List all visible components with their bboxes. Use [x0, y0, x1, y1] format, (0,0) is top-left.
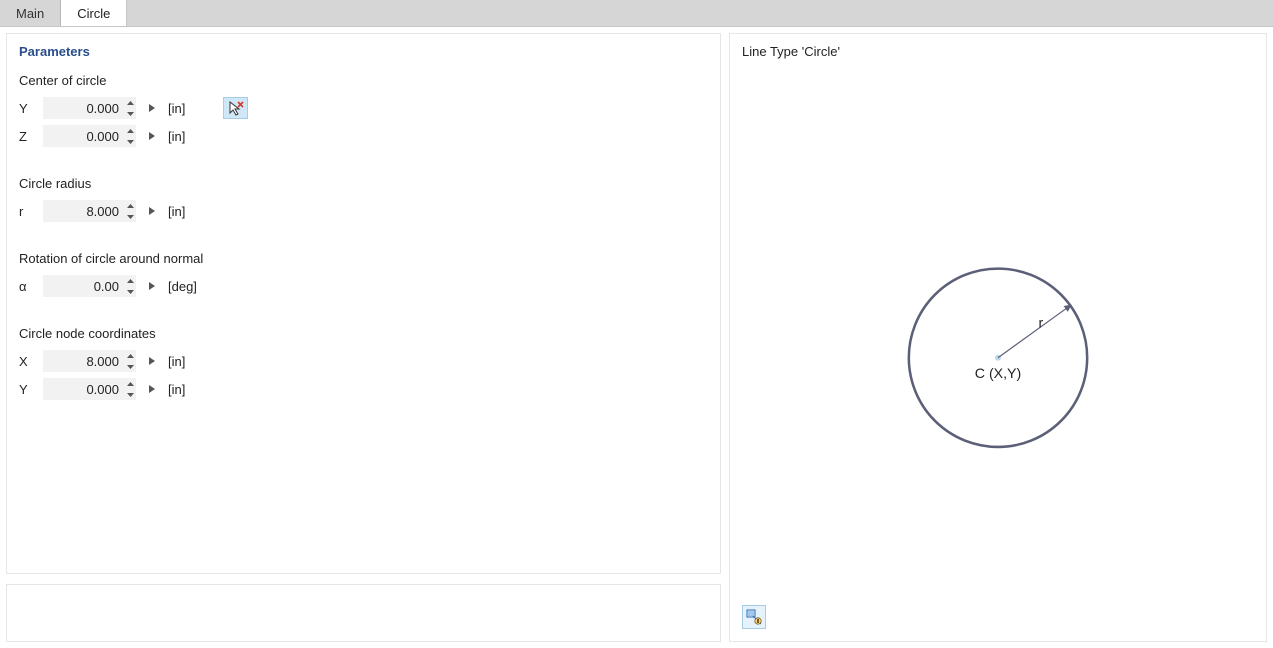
radius-step-down[interactable]: [125, 211, 136, 222]
preview-center-label: C (X,Y): [975, 366, 1021, 382]
center-y-step-up[interactable]: [125, 97, 136, 108]
center-group-label: Center of circle: [19, 73, 708, 88]
center-z-row: Z [in]: [19, 122, 708, 150]
radius-menu-button[interactable]: [144, 200, 160, 222]
node-y-spinner: [125, 378, 136, 400]
node-y-unit: [in]: [168, 382, 185, 397]
node-y-step-down[interactable]: [125, 389, 136, 400]
center-z-spinner: [125, 125, 136, 147]
tab-main[interactable]: Main: [0, 0, 61, 26]
center-y-label: Y: [19, 101, 35, 116]
node-x-menu-button[interactable]: [144, 350, 160, 372]
node-x-field-wrap: [43, 350, 136, 372]
center-y-input[interactable]: [43, 97, 125, 119]
center-z-unit: [in]: [168, 129, 185, 144]
tab-circle[interactable]: Circle: [61, 0, 127, 26]
center-z-field-wrap: [43, 125, 136, 147]
node-y-row: Y [in]: [19, 375, 708, 403]
rotation-input[interactable]: [43, 275, 125, 297]
rotation-row: α [deg]: [19, 272, 708, 300]
parameters-panel: Parameters Center of circle Y [in]: [6, 33, 721, 574]
node-x-unit: [in]: [168, 354, 185, 369]
center-z-label: Z: [19, 129, 35, 144]
node-y-label: Y: [19, 382, 35, 397]
circle-preview-svg: r C (X,Y): [730, 74, 1266, 601]
rotation-unit: [deg]: [168, 279, 197, 294]
main-area: Parameters Center of circle Y [in]: [0, 27, 1273, 648]
radius-group-label: Circle radius: [19, 176, 708, 191]
comment-panel[interactable]: [6, 584, 721, 642]
node-x-row: X [in]: [19, 347, 708, 375]
radius-input[interactable]: [43, 200, 125, 222]
preview-toolbar: [742, 605, 766, 629]
center-y-spinner: [125, 97, 136, 119]
radius-row: r [in]: [19, 197, 708, 225]
tab-bar: Main Circle: [0, 0, 1273, 27]
preview-render-button[interactable]: [742, 605, 766, 629]
center-y-step-down[interactable]: [125, 108, 136, 119]
node-x-spinner: [125, 350, 136, 372]
radius-spinner: [125, 200, 136, 222]
rotation-step-down[interactable]: [125, 286, 136, 297]
center-y-unit: [in]: [168, 101, 185, 116]
center-z-step-down[interactable]: [125, 136, 136, 147]
preview-radius-line: [998, 305, 1071, 358]
node-y-field-wrap: [43, 378, 136, 400]
center-y-menu-button[interactable]: [144, 97, 160, 119]
rotation-field-wrap: [43, 275, 136, 297]
node-x-input[interactable]: [43, 350, 125, 372]
radius-step-up[interactable]: [125, 200, 136, 211]
radius-field-wrap: [43, 200, 136, 222]
node-x-step-down[interactable]: [125, 361, 136, 372]
rotation-spinner: [125, 275, 136, 297]
preview-radius-label: r: [1039, 315, 1044, 331]
rotation-step-up[interactable]: [125, 275, 136, 286]
tab-main-label: Main: [16, 6, 44, 21]
tab-circle-label: Circle: [77, 6, 110, 21]
node-x-label: X: [19, 354, 35, 369]
radius-unit: [in]: [168, 204, 185, 219]
node-y-menu-button[interactable]: [144, 378, 160, 400]
node-y-step-up[interactable]: [125, 378, 136, 389]
node-y-input[interactable]: [43, 378, 125, 400]
center-y-row: Y [in]: [19, 94, 708, 122]
center-z-step-up[interactable]: [125, 125, 136, 136]
left-column: Parameters Center of circle Y [in]: [6, 33, 721, 642]
node-x-step-up[interactable]: [125, 350, 136, 361]
node-group-label: Circle node coordinates: [19, 326, 708, 341]
preview-title: Line Type 'Circle': [730, 34, 1266, 69]
center-y-field-wrap: [43, 97, 136, 119]
rotation-a-label: α: [19, 279, 35, 294]
center-z-input[interactable]: [43, 125, 125, 147]
render-icon: [746, 609, 762, 625]
preview-area: r C (X,Y): [730, 74, 1266, 601]
preview-panel: Line Type 'Circle' r C (X,Y): [729, 33, 1267, 642]
center-z-menu-button[interactable]: [144, 125, 160, 147]
pick-cursor-icon: [228, 100, 244, 116]
rotation-group-label: Rotation of circle around normal: [19, 251, 708, 266]
parameters-title: Parameters: [19, 44, 708, 59]
rotation-menu-button[interactable]: [144, 275, 160, 297]
radius-r-label: r: [19, 204, 35, 219]
pick-point-button[interactable]: [223, 97, 248, 119]
